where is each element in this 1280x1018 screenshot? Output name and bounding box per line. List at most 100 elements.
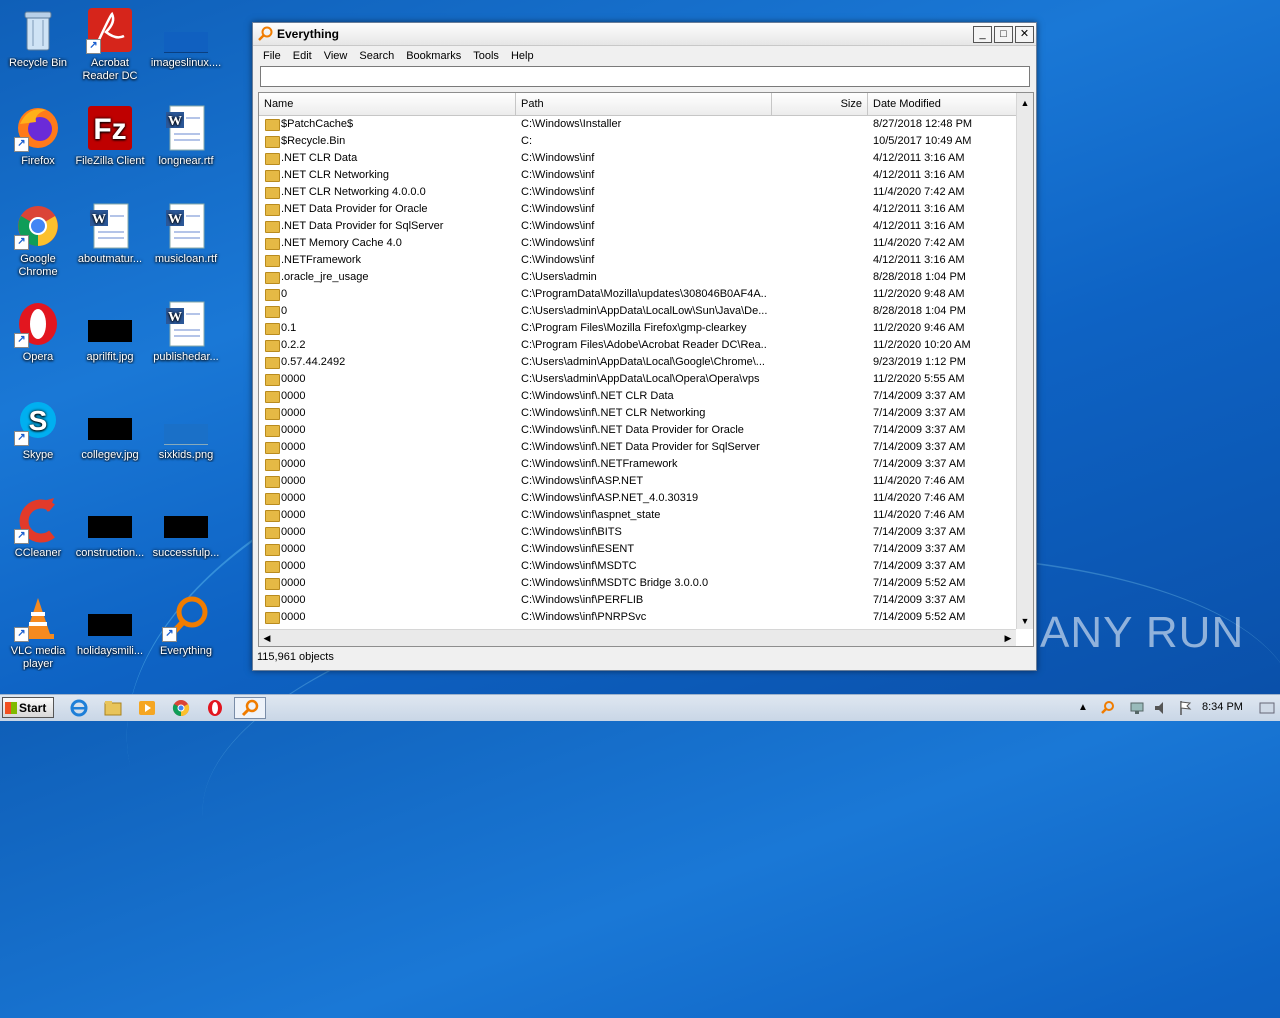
table-row[interactable]: 0000 C:\Windows\inf\.NET Data Provider fo… xyxy=(259,439,1016,456)
svg-text:W: W xyxy=(168,114,182,129)
table-row[interactable]: 0000 C:\Windows\inf\BITS 7/14/2009 3:37 AM xyxy=(259,524,1016,541)
table-row[interactable]: 0000 C:\Windows\inf\MSDTC Bridge 3.0.0.0 7… xyxy=(259,575,1016,592)
table-row[interactable]: .NET CLR Networking C:\Windows\inf 4/12/20… xyxy=(259,167,1016,184)
table-row[interactable]: 0000 C:\Windows\inf\PNRPSvc 7/14/2009 5:52… xyxy=(259,609,1016,626)
table-row[interactable]: .NET CLR Networking 4.0.0.0 C:\Windows\in… xyxy=(259,184,1016,201)
table-row[interactable]: 0000 C:\Windows\inf\.NET CLR Data 7/14/200… xyxy=(259,388,1016,405)
table-row[interactable]: 0.1 C:\Program Files\Mozilla Firefox\gmp-… xyxy=(259,320,1016,337)
window-titlebar[interactable]: Everything _ □ ✕ xyxy=(253,23,1036,46)
action-center-flag-icon[interactable] xyxy=(1176,698,1194,718)
close-button[interactable]: ✕ xyxy=(1015,25,1034,43)
desktop-icon-collegev[interactable]: collegev.jpg xyxy=(72,398,148,462)
speaker-icon[interactable] xyxy=(1152,698,1170,718)
table-row[interactable]: 0000 C:\Windows\inf\ASP.NET_4.0.30319 11/4… xyxy=(259,490,1016,507)
desktop-icon-filezilla[interactable]: Fz FileZilla Client xyxy=(72,104,148,168)
table-row[interactable]: 0000 C:\Windows\inf\ESENT 7/14/2009 3:37 A… xyxy=(259,541,1016,558)
table-row[interactable]: 0.2.2 C:\Program Files\Adobe\Acrobat Read… xyxy=(259,337,1016,354)
cell-path: C:\Windows\inf xyxy=(521,203,595,215)
table-row[interactable]: 0000 C:\Windows\inf\ASP.NET 11/4/2020 7:46… xyxy=(259,473,1016,490)
taskbar-clock[interactable]: 8:34 PM xyxy=(1202,701,1243,713)
image-thumbnail xyxy=(162,496,210,544)
cell-name: 0000 xyxy=(281,577,306,589)
desktop-icon-longnear[interactable]: W longnear.rtf xyxy=(148,104,224,168)
table-row[interactable]: 0000 C:\Windows\inf\PERFLIB 7/14/2009 3:37… xyxy=(259,592,1016,609)
cell-path: C:\Windows\inf\ASP.NET_4.0.30319 xyxy=(521,492,699,504)
tray-everything-icon[interactable] xyxy=(1098,698,1116,718)
column-path-header[interactable]: Path xyxy=(516,93,772,115)
desktop-icon-successfulp[interactable]: successfulp... xyxy=(148,496,224,560)
desktop-icon-publishedar[interactable]: W publishedar... xyxy=(148,300,224,364)
opera-icon[interactable] xyxy=(204,698,226,718)
cell-name: 0000 xyxy=(281,611,306,623)
scroll-up-icon[interactable]: ▲ xyxy=(1018,96,1032,110)
horizontal-scrollbar[interactable]: ◀ ▶ xyxy=(259,629,1016,646)
desktop-icon-aboutmatur[interactable]: W aboutmatur... xyxy=(72,202,148,266)
cell-name: $PatchCache$ xyxy=(281,118,354,130)
menu-search[interactable]: Search xyxy=(353,50,400,62)
table-row[interactable]: .NET Data Provider for Oracle C:\Windows\… xyxy=(259,201,1016,218)
desktop-icon-sixkids[interactable]: sixkids.png xyxy=(148,398,224,462)
menu-tools[interactable]: Tools xyxy=(467,50,505,62)
table-row[interactable]: .NET Memory Cache 4.0 C:\Windows\inf 11/4/… xyxy=(259,235,1016,252)
desktop-icon-ccleaner[interactable]: ↗ CCleaner xyxy=(0,496,76,560)
vertical-scrollbar[interactable]: ▲ ▼ xyxy=(1016,93,1033,629)
table-row[interactable]: 0000 C:\Windows\inf\.NETFramework 7/14/200… xyxy=(259,456,1016,473)
table-row[interactable]: 0000 C:\Windows\inf\aspnet_state 11/4/2020… xyxy=(259,507,1016,524)
desktop-icon-skype[interactable]: S ↗ Skype xyxy=(0,398,76,462)
menu-view[interactable]: View xyxy=(318,50,354,62)
table-row[interactable]: $PatchCache$ C:\Windows\Installer 8/27/201… xyxy=(259,116,1016,133)
desktop-icon-google-chrome[interactable]: ↗ Google Chrome xyxy=(0,202,76,279)
scroll-down-icon[interactable]: ▼ xyxy=(1018,614,1032,628)
shortcut-arrow-icon: ↗ xyxy=(14,431,29,446)
folder-icon xyxy=(265,612,280,624)
table-row[interactable]: 0.57.44.2492 C:\Users\admin\AppData\Local… xyxy=(259,354,1016,371)
menu-bookmarks[interactable]: Bookmarks xyxy=(400,50,467,62)
table-row[interactable]: 0000 C:\Users\admin\AppData\Local\Opera\O… xyxy=(259,371,1016,388)
cell-path: C:\Windows\inf xyxy=(521,169,595,181)
chrome-icon[interactable] xyxy=(170,698,192,718)
table-row[interactable]: 0000 C:\Windows\inf\.NET CLR Networking 7/… xyxy=(259,405,1016,422)
menu-edit[interactable]: Edit xyxy=(287,50,318,62)
desktop-icon-musicloan[interactable]: W musicloan.rtf xyxy=(148,202,224,266)
table-row[interactable]: 0 C:\Users\admin\AppData\LocalLow\Sun\Jav… xyxy=(259,303,1016,320)
table-row[interactable]: .NET CLR Data C:\Windows\inf 4/12/2011 3:1… xyxy=(259,150,1016,167)
desktop-icon-acrobat-reader[interactable]: ↗ Acrobat Reader DC xyxy=(72,6,148,83)
column-date-header[interactable]: Date Modified xyxy=(868,93,1016,115)
table-row[interactable]: .oracle_jre_usage C:\Users\admin 8/28/2018… xyxy=(259,269,1016,286)
internet-explorer-icon[interactable] xyxy=(68,698,90,718)
column-size-header[interactable]: Size xyxy=(772,93,868,115)
table-row[interactable]: .NETFramework C:\Windows\inf 4/12/2011 3:1… xyxy=(259,252,1016,269)
desktop-icon-imageslinux[interactable]: imageslinux.... xyxy=(148,6,224,70)
desktop-icon-construction[interactable]: construction... xyxy=(72,496,148,560)
desktop-icon-vlc[interactable]: ↗ VLC media player xyxy=(0,594,76,671)
search-input[interactable] xyxy=(260,66,1030,87)
start-button[interactable]: Start xyxy=(2,697,54,718)
shortcut-arrow-icon: ↗ xyxy=(14,529,29,544)
table-row[interactable]: 0000 C:\Windows\inf\.NET Data Provider fo… xyxy=(259,422,1016,439)
desktop-icon-firefox[interactable]: ↗ Firefox xyxy=(0,104,76,168)
menu-help[interactable]: Help xyxy=(505,50,540,62)
column-name-header[interactable]: Name xyxy=(259,93,516,115)
desktop-icon-aprilfit[interactable]: aprilfit.jpg xyxy=(72,300,148,364)
desktop-icon-holidaysmili[interactable]: holidaysmili... xyxy=(72,594,148,658)
desktop-icon-opera[interactable]: ↗ Opera xyxy=(0,300,76,364)
table-row[interactable]: .NET Data Provider for SqlServer C:\Windo… xyxy=(259,218,1016,235)
file-explorer-icon[interactable] xyxy=(102,698,124,718)
taskbar-everything-button[interactable] xyxy=(234,697,266,719)
cell-name: 0000 xyxy=(281,492,306,504)
show-desktop-icon[interactable] xyxy=(1258,698,1276,718)
table-row[interactable]: 0000 C:\Windows\inf\MSDTC 7/14/2009 3:37 A… xyxy=(259,558,1016,575)
maximize-button[interactable]: □ xyxy=(994,25,1013,43)
cell-path: C:\Windows\inf\ESENT xyxy=(521,543,635,555)
desktop-icon-everything[interactable]: ↗ Everything xyxy=(148,594,224,658)
show-hidden-icons-icon[interactable]: ▲ xyxy=(1078,698,1092,718)
menu-file[interactable]: File xyxy=(257,50,287,62)
media-player-icon[interactable] xyxy=(136,698,158,718)
scroll-left-icon[interactable]: ◀ xyxy=(260,631,274,645)
minimize-button[interactable]: _ xyxy=(973,25,992,43)
table-row[interactable]: $Recycle.Bin C: 10/5/2017 10:49 AM xyxy=(259,133,1016,150)
network-icon[interactable] xyxy=(1128,698,1146,718)
desktop-icon-recycle-bin[interactable]: Recycle Bin xyxy=(0,6,76,70)
table-row[interactable]: 0 C:\ProgramData\Mozilla\updates\308046B0… xyxy=(259,286,1016,303)
scroll-right-icon[interactable]: ▶ xyxy=(1001,631,1015,645)
